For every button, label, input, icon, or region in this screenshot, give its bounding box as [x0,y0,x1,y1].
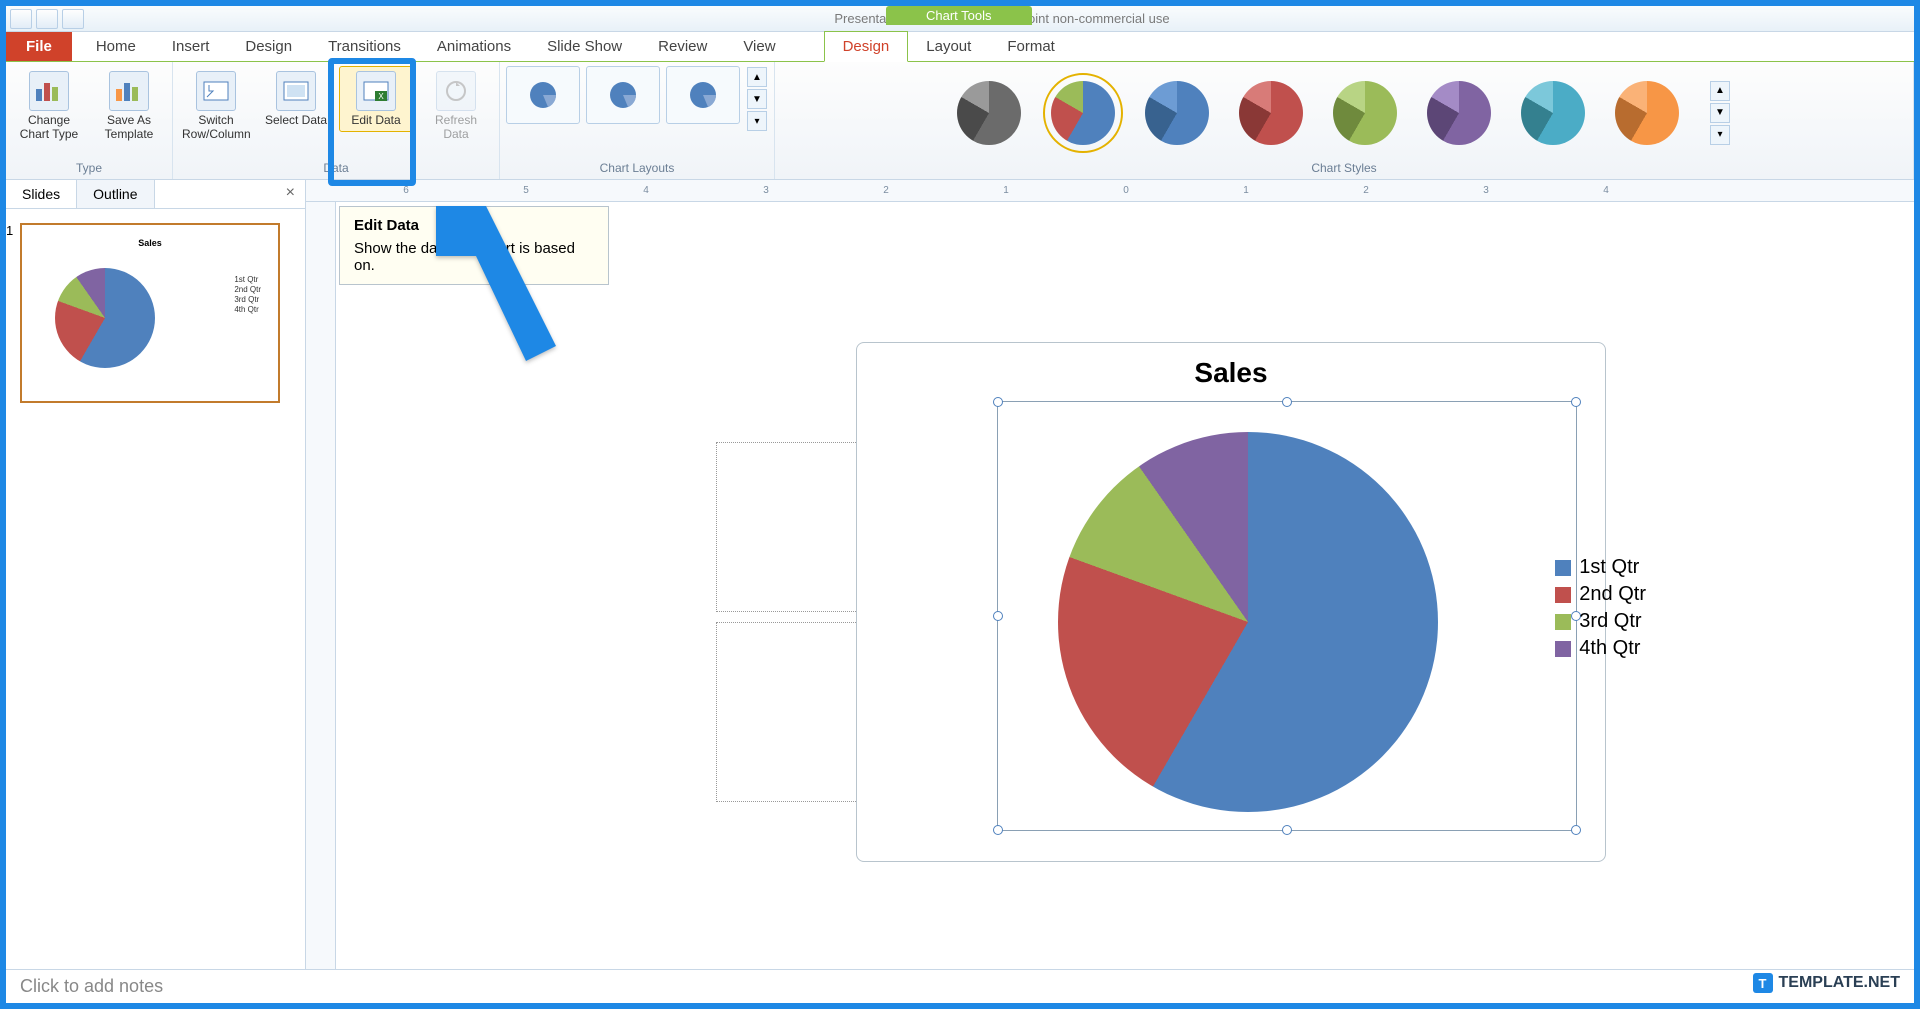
chart-title[interactable]: Sales [857,357,1605,389]
annotation-arrow-icon [426,196,566,371]
tab-view[interactable]: View [725,32,793,61]
ribbon: Change Chart Type Save As Template Type … [6,62,1914,180]
watermark: T TEMPLATE.NET [1753,973,1900,993]
layouts-scroll-up[interactable]: ▲ [747,67,767,87]
chart-legend[interactable]: 1st Qtr 2nd Qtr 3rd Qtr 4th Qtr [1555,552,1646,664]
group-label-layouts: Chart Layouts [600,159,675,177]
tab-review[interactable]: Review [640,32,725,61]
chart-style-3[interactable] [1145,81,1209,145]
tab-chart-design[interactable]: Design [824,31,909,62]
legend-swatch-icon [1555,614,1571,630]
chart-type-icon [29,71,69,111]
pane-tab-outline[interactable]: Outline [77,180,154,208]
slides-pane: Slides Outline × 1 Sales 1st Qtr 2nd Qtr… [6,180,306,969]
styles-scroll-1[interactable]: ▼ [1710,103,1730,123]
watermark-badge-icon: T [1753,973,1773,993]
tab-animations[interactable]: Animations [419,32,529,61]
refresh-data-button: Refresh Data [419,66,493,146]
resize-handle[interactable] [993,611,1003,621]
tab-transitions[interactable]: Transitions [310,32,419,61]
pane-tab-slides[interactable]: Slides [6,180,77,208]
refresh-icon [436,71,476,111]
chart-style-4[interactable] [1239,81,1303,145]
svg-text:X: X [378,92,384,101]
chart-style-5[interactable] [1333,81,1397,145]
tab-chart-layout[interactable]: Layout [908,32,989,61]
group-label-styles: Chart Styles [1311,159,1376,177]
ribbon-tabs: File Home Insert Design Transitions Anim… [6,32,1914,62]
save-as-template-button[interactable]: Save As Template [92,66,166,146]
legend-swatch-icon [1555,560,1571,576]
legend-swatch-icon [1555,587,1571,603]
chart-style-1[interactable] [957,81,1021,145]
layouts-scroll-down[interactable]: ▼ [747,89,767,109]
switch-row-column-button[interactable]: Switch Row/Column [179,66,253,146]
qat-save-icon[interactable] [10,9,32,29]
tab-file[interactable]: File [6,32,72,61]
notes-pane[interactable]: Click to add notes [6,969,1914,1003]
resize-handle[interactable] [1571,397,1581,407]
chart-style-7[interactable] [1521,81,1585,145]
group-chart-styles: ▲▼▾ Chart Styles [775,62,1914,179]
pie-chart[interactable] [1058,432,1438,812]
tab-slideshow[interactable]: Slide Show [529,32,640,61]
slide-canvas[interactable]: C le Sales [336,202,1914,969]
legend-label: 4th Qtr [1579,637,1640,660]
qat-undo-icon[interactable] [36,9,58,29]
vertical-ruler [306,202,336,969]
mini-pie-icon [55,268,155,368]
chart-object[interactable]: Sales 1st Qtr2nd [856,342,1606,862]
pane-close-button[interactable]: × [276,180,305,208]
layout-option-1[interactable] [506,66,580,124]
legend-item[interactable]: 3rd Qtr [1555,610,1646,633]
group-label-type: Type [76,159,102,177]
tab-design-main[interactable]: Design [227,32,310,61]
qat-redo-icon[interactable] [62,9,84,29]
layout-option-3[interactable] [666,66,740,124]
group-label-data: Data [323,159,348,177]
mini-legend: 1st Qtr 2nd Qtr 3rd Qtr 4th Qtr [234,274,261,315]
edit-data-icon: X [356,71,396,111]
template-icon [109,71,149,111]
select-data-icon [276,71,316,111]
styles-scroll-2[interactable]: ▾ [1710,125,1730,145]
resize-handle[interactable] [993,397,1003,407]
tab-home[interactable]: Home [78,32,154,61]
edit-data-button[interactable]: X Edit Data [339,66,413,132]
slide-thumbnail-1[interactable]: Sales 1st Qtr 2nd Qtr 3rd Qtr 4th Qtr [20,223,280,403]
select-data-button[interactable]: Select Data [259,66,333,132]
chart-style-2[interactable] [1051,81,1115,145]
legend-label: 3rd Qtr [1579,610,1641,633]
title-bar: Presentation2 - Microsoft PowerPoint non… [6,6,1914,32]
tab-insert[interactable]: Insert [154,32,228,61]
resize-handle[interactable] [1282,397,1292,407]
resize-handle[interactable] [993,825,1003,835]
change-chart-type-button[interactable]: Change Chart Type [12,66,86,146]
tab-chart-format[interactable]: Format [989,32,1073,61]
layout-option-2[interactable] [586,66,660,124]
group-type: Change Chart Type Save As Template Type [6,62,173,179]
chart-plot-area[interactable]: 1st Qtr2nd Qtr3rd Qtr4th Qtr [997,401,1577,831]
legend-item[interactable]: 4th Qtr [1555,637,1646,660]
group-data: Switch Row/Column Select Data X Edit Dat… [173,62,500,179]
contextual-tab-label: Chart Tools [886,6,1032,25]
styles-scroll-0[interactable]: ▲ [1710,81,1730,101]
resize-handle[interactable] [1571,825,1581,835]
resize-handle[interactable] [1282,825,1292,835]
chart-style-8[interactable] [1615,81,1679,145]
legend-swatch-icon [1555,641,1571,657]
slide-number: 1 [6,223,13,238]
legend-item[interactable]: 1st Qtr [1555,556,1646,579]
legend-label: 2nd Qtr [1579,583,1646,606]
quick-access-toolbar [10,9,84,29]
legend-label: 1st Qtr [1579,556,1639,579]
legend-item[interactable]: 2nd Qtr [1555,583,1646,606]
layouts-more[interactable]: ▾ [747,111,767,131]
switch-icon [196,71,236,111]
chart-style-6[interactable] [1427,81,1491,145]
group-chart-layouts: ▲ ▼ ▾ Chart Layouts [500,62,775,179]
